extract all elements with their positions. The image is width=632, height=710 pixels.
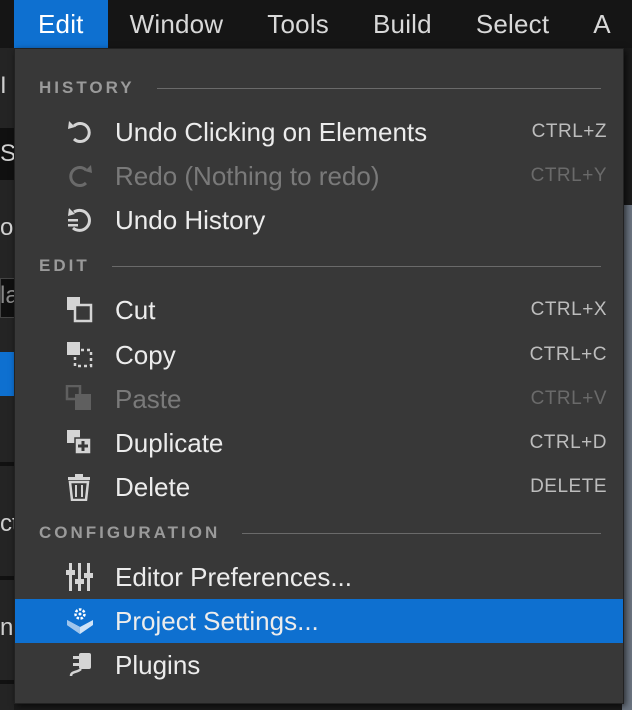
menu-item-copy[interactable]: Copy CTRL+C: [15, 333, 623, 377]
menu-select[interactable]: Select: [454, 0, 571, 48]
menu-item-project-settings[interactable]: Project Settings...: [15, 599, 623, 643]
edit-menu-dropdown: HISTORY Undo Clicking on Elements CTRL+Z…: [14, 48, 624, 704]
shortcut-text: CTRL+D: [529, 432, 607, 453]
section-title: CONFIGURATION: [39, 523, 221, 542]
paste-icon: [65, 385, 95, 413]
shortcut-text: CTRL+V: [530, 388, 607, 409]
background-text: S: [0, 140, 14, 167]
section-divider: [242, 532, 601, 534]
background-text: or: [0, 214, 14, 241]
shortcut-text: CTRL+Y: [530, 165, 607, 186]
background-text: na: [0, 614, 14, 641]
undo-icon: [65, 118, 95, 146]
menu-item-redo[interactable]: Redo (Nothing to redo) CTRL+Y: [15, 154, 623, 198]
menu-item-label: Project Settings...: [115, 605, 319, 636]
copy-icon: [65, 341, 95, 369]
sliders-icon: [65, 563, 95, 591]
shortcut-text: CTRL+Z: [531, 121, 607, 142]
section-title: EDIT: [39, 256, 90, 275]
section-history: HISTORY: [39, 77, 601, 99]
menu-item-paste[interactable]: Paste CTRL+V: [15, 377, 623, 421]
menu-item-label: Paste: [115, 383, 182, 414]
menu-item-label: Redo (Nothing to redo): [115, 160, 380, 191]
background-divider: [0, 680, 14, 684]
menu-item-editor-preferences[interactable]: Editor Preferences...: [15, 555, 623, 599]
background-text: I: [0, 72, 7, 99]
shortcut-text: CTRL+X: [530, 299, 607, 320]
undo-history-icon: [65, 206, 95, 234]
menu-tools[interactable]: Tools: [245, 0, 351, 48]
menu-item-label: Editor Preferences...: [115, 561, 352, 592]
menu-item-label: Cut: [115, 294, 156, 325]
menu-item-plugins[interactable]: Plugins: [15, 643, 623, 687]
background-text: la: [0, 282, 14, 309]
shortcut-text: CTRL+C: [529, 344, 607, 365]
menu-item-label: Undo History: [115, 204, 266, 235]
section-configuration: CONFIGURATION: [39, 522, 601, 544]
project-settings-icon: [65, 607, 95, 635]
menu-build[interactable]: Build: [351, 0, 454, 48]
menu-item-label: Duplicate: [115, 427, 224, 458]
trash-icon: [65, 473, 95, 501]
menu-item-duplicate[interactable]: Duplicate CTRL+D: [15, 421, 623, 465]
duplicate-icon: [65, 429, 95, 457]
menu-item-undo-history[interactable]: Undo History: [15, 198, 623, 242]
cut-icon: [65, 296, 95, 324]
background-text: cto: [0, 510, 14, 537]
menu-item-label: Copy: [115, 339, 176, 370]
section-title: HISTORY: [39, 78, 135, 97]
background-divider: [0, 462, 14, 466]
menu-item-label: Delete: [115, 471, 191, 502]
menu-item-label: Plugins: [115, 649, 201, 680]
background-divider: [0, 576, 14, 580]
menu-item-undo[interactable]: Undo Clicking on Elements CTRL+Z: [15, 110, 623, 154]
menu-item-cut[interactable]: Cut CTRL+X: [15, 288, 623, 332]
menu-item-delete[interactable]: Delete DELETE: [15, 465, 623, 509]
menu-actor[interactable]: A: [571, 0, 611, 48]
menu-item-label: Undo Clicking on Elements: [115, 116, 428, 147]
menu-window[interactable]: Window: [108, 0, 246, 48]
menu-edit[interactable]: Edit: [14, 0, 108, 48]
plugin-icon: [65, 651, 95, 679]
section-edit: EDIT: [39, 255, 601, 277]
shortcut-text: DELETE: [530, 476, 607, 497]
section-divider: [111, 265, 601, 267]
background-selected-row: [0, 352, 14, 396]
redo-icon: [65, 162, 95, 190]
section-divider: [156, 87, 601, 89]
menu-bar: Edit Window Tools Build Select A: [0, 0, 632, 48]
